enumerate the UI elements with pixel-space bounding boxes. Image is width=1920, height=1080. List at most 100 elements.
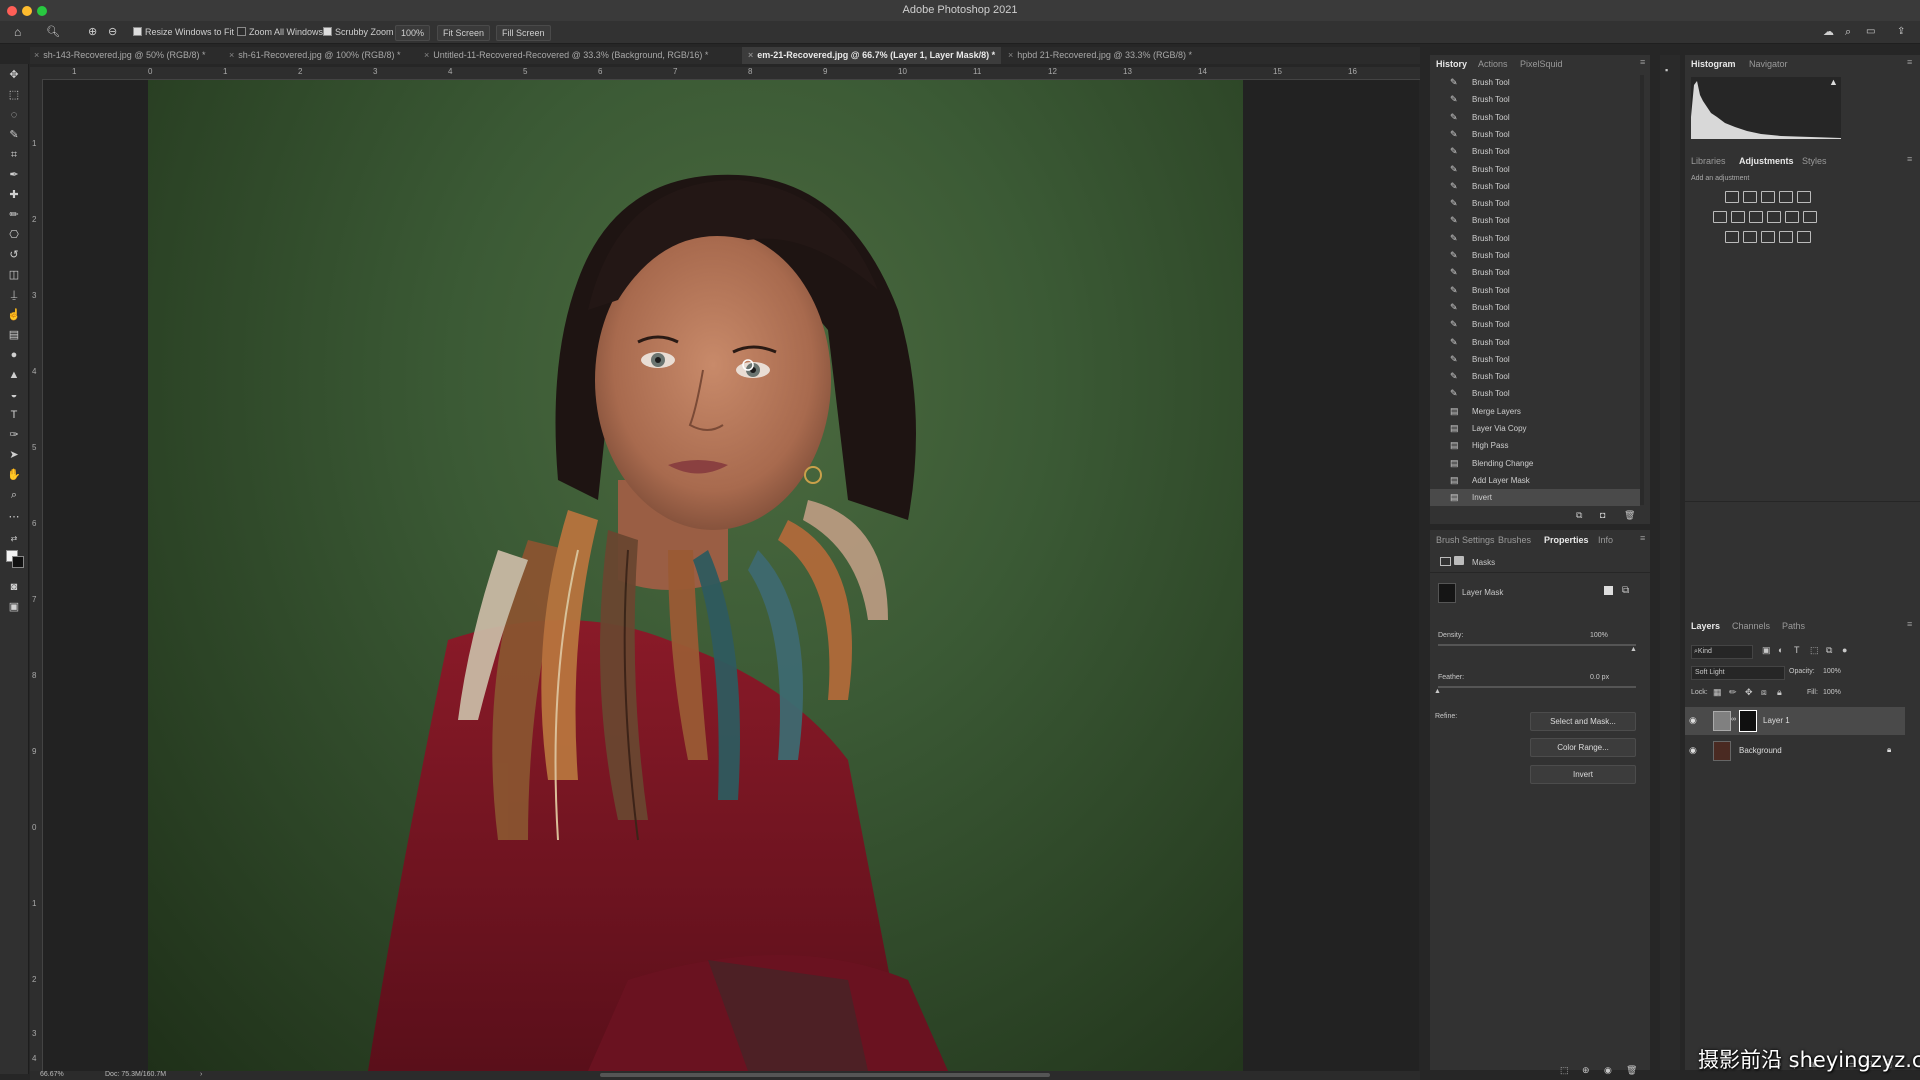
doc-tab[interactable]: × Untitled-11-Recovered-Recovered @ 33.3%… bbox=[424, 47, 708, 64]
history-item[interactable]: ✎ Brush Tool bbox=[1430, 282, 1640, 299]
history-item[interactable]: ▤ Blending Change bbox=[1430, 455, 1640, 472]
exposure-icon[interactable] bbox=[1779, 191, 1793, 203]
close-tab-icon[interactable]: × bbox=[424, 50, 429, 60]
history-item[interactable]: ▤ High Pass bbox=[1430, 437, 1640, 454]
layer-row-layer-1[interactable]: ◉ ∞ Layer 1 bbox=[1685, 707, 1905, 735]
eye-icon[interactable]: ◉ bbox=[1689, 745, 1697, 756]
close-tab-icon[interactable]: × bbox=[34, 50, 39, 60]
tab-info[interactable]: Info bbox=[1598, 535, 1613, 545]
swap-colors-icon[interactable]: ⇄ bbox=[7, 532, 21, 546]
vibrance-icon[interactable] bbox=[1797, 191, 1811, 203]
select-and-mask-button[interactable]: Select and Mask... bbox=[1530, 712, 1636, 731]
delete-mask-icon[interactable]: 🗑︎ bbox=[1626, 1065, 1637, 1076]
selection-icon[interactable]: ⬚ bbox=[1560, 1065, 1569, 1076]
history-item[interactable]: ✎ Brush Tool bbox=[1430, 351, 1640, 368]
density-slider-handle[interactable]: ▲ bbox=[1630, 646, 1637, 653]
fill-value[interactable]: 100% bbox=[1823, 689, 1841, 696]
color-balance-icon[interactable] bbox=[1731, 211, 1745, 223]
lock-position-icon[interactable]: ✥ bbox=[1745, 687, 1753, 698]
visibility-icon[interactable]: ◉ bbox=[1604, 1065, 1612, 1076]
density-slider[interactable] bbox=[1438, 644, 1636, 646]
lock-transparency-icon[interactable]: ▦ bbox=[1713, 687, 1722, 698]
home-icon[interactable]: ⌂ bbox=[14, 25, 21, 39]
zoom-out-icon[interactable]: ⊖ bbox=[108, 25, 117, 39]
selective-color-icon[interactable] bbox=[1797, 231, 1811, 243]
feather-slider[interactable] bbox=[1438, 686, 1636, 688]
eye-icon[interactable]: ◉ bbox=[1689, 715, 1697, 726]
warning-icon[interactable]: ▲ bbox=[1829, 77, 1838, 87]
history-item[interactable]: ▤ Layer Via Copy bbox=[1430, 420, 1640, 437]
color-range-button[interactable]: Color Range... bbox=[1530, 738, 1636, 757]
canvas-area[interactable] bbox=[43, 80, 1419, 1071]
hand-tool-icon[interactable]: ✋ bbox=[7, 468, 21, 482]
history-item[interactable]: ✎ Brush Tool bbox=[1430, 109, 1640, 126]
chain-link-icon[interactable]: ∞ bbox=[1731, 716, 1736, 723]
history-item[interactable]: ✎ Brush Tool bbox=[1430, 264, 1640, 281]
zoom-tool-icon[interactable]: ⌕ bbox=[7, 488, 21, 502]
opacity-value[interactable]: 100% bbox=[1823, 668, 1841, 675]
mask-link-icon[interactable]: ⊕ bbox=[1582, 1065, 1590, 1076]
panel-menu-icon[interactable]: ≡ bbox=[1640, 57, 1645, 67]
smart-object-filter-icon[interactable]: ⧉ bbox=[1826, 645, 1832, 656]
zoom-level[interactable]: 66.67% bbox=[40, 1071, 64, 1078]
history-item[interactable]: ✎ Brush Tool bbox=[1430, 385, 1640, 402]
healing-brush-tool-icon[interactable]: ✚ bbox=[7, 188, 21, 202]
workspace-icon[interactable]: ▭ bbox=[1866, 25, 1875, 39]
brush-tool-icon[interactable]: ✏ bbox=[7, 208, 21, 222]
tab-brushes[interactable]: Brushes bbox=[1498, 535, 1531, 545]
doc-tab-active[interactable]: × em-21-Recovered.jpg @ 66.7% (Layer 1, L… bbox=[742, 47, 1002, 64]
history-scrollbar[interactable] bbox=[1640, 75, 1644, 505]
layer-mask-thumbnail[interactable] bbox=[1438, 583, 1456, 603]
blur-tool-icon[interactable]: ● bbox=[7, 348, 21, 362]
doc-tab[interactable]: × hpbd 21-Recovered.jpg @ 33.3% (RGB/8) * bbox=[1008, 47, 1192, 64]
quick-select-tool-icon[interactable]: ✎ bbox=[7, 128, 21, 142]
screen-mode-icon[interactable]: ▣ bbox=[7, 600, 21, 614]
history-item[interactable]: ▤ Invert bbox=[1430, 489, 1640, 507]
history-item[interactable]: ✎ Brush Tool bbox=[1430, 74, 1640, 91]
eraser-tool-icon[interactable]: ◫ bbox=[7, 268, 21, 282]
dodge-tool-icon[interactable]: ◒ bbox=[7, 388, 21, 402]
hue-saturation-icon[interactable] bbox=[1713, 211, 1727, 223]
shape-filter-icon[interactable]: ⬚ bbox=[1810, 645, 1819, 656]
tab-history[interactable]: History bbox=[1436, 59, 1467, 69]
clone-stamp-tool-icon[interactable]: ⎔ bbox=[7, 228, 21, 242]
feather-value[interactable]: 0.0 px bbox=[1590, 674, 1609, 681]
horizontal-scrollbar[interactable] bbox=[600, 1073, 1050, 1077]
tab-histogram[interactable]: Histogram bbox=[1691, 59, 1736, 69]
marquee-tool-icon[interactable]: ⬚ bbox=[7, 88, 21, 102]
select-mask-icon[interactable] bbox=[1604, 586, 1613, 595]
tab-pixelsquid[interactable]: PixelSquid bbox=[1520, 59, 1563, 69]
curves-icon[interactable] bbox=[1761, 191, 1775, 203]
history-item[interactable]: ▤ Merge Layers bbox=[1430, 403, 1640, 420]
camera-icon[interactable]: ◘ bbox=[1600, 510, 1605, 520]
history-item[interactable]: ✎ Brush Tool bbox=[1430, 230, 1640, 247]
history-item[interactable]: ✎ Brush Tool bbox=[1430, 368, 1640, 385]
invert-adjustment-icon[interactable] bbox=[1725, 231, 1739, 243]
zoom-100-button[interactable]: 100% bbox=[395, 25, 431, 41]
type-tool-icon[interactable]: T bbox=[7, 408, 21, 422]
threshold-icon[interactable] bbox=[1761, 231, 1775, 243]
history-item[interactable]: ✎ Brush Tool bbox=[1430, 212, 1640, 229]
history-brush-tool-icon[interactable]: ↺ bbox=[7, 248, 21, 262]
gradient-tool-icon[interactable]: ▤ bbox=[7, 328, 21, 342]
tab-actions[interactable]: Actions bbox=[1478, 59, 1508, 69]
lasso-tool-icon[interactable]: ◌ bbox=[7, 108, 21, 122]
history-item[interactable]: ✎ Brush Tool bbox=[1430, 143, 1640, 160]
layer-row-background[interactable]: ◉ Background 🔒︎ bbox=[1685, 737, 1905, 765]
document-photo[interactable] bbox=[148, 80, 1243, 1071]
history-item[interactable]: ✎ Brush Tool bbox=[1430, 178, 1640, 195]
tab-brush-settings[interactable]: Brush Settings bbox=[1436, 535, 1495, 545]
quick-mask-icon[interactable]: ◙ bbox=[7, 580, 21, 594]
history-item[interactable]: ✎ Brush Tool bbox=[1430, 91, 1640, 108]
gradient-map-icon[interactable] bbox=[1779, 231, 1793, 243]
zoom-tool-icon[interactable]: 🔍︎ bbox=[46, 25, 60, 39]
smudge-tool-icon[interactable]: ☝ bbox=[7, 308, 21, 322]
history-item[interactable]: ✎ Brush Tool bbox=[1430, 126, 1640, 143]
status-arrow-icon[interactable]: › bbox=[200, 1071, 202, 1078]
type-filter-icon[interactable]: T bbox=[1794, 645, 1800, 655]
eyedropper-tool-icon[interactable]: ✒ bbox=[7, 168, 21, 182]
panel-menu-icon[interactable]: ≡ bbox=[1907, 619, 1912, 629]
fit-screen-button[interactable]: Fit Screen bbox=[437, 25, 491, 41]
doc-tab[interactable]: × sh-61-Recovered.jpg @ 100% (RGB/8) * bbox=[229, 47, 400, 64]
levels-icon[interactable] bbox=[1743, 191, 1757, 203]
